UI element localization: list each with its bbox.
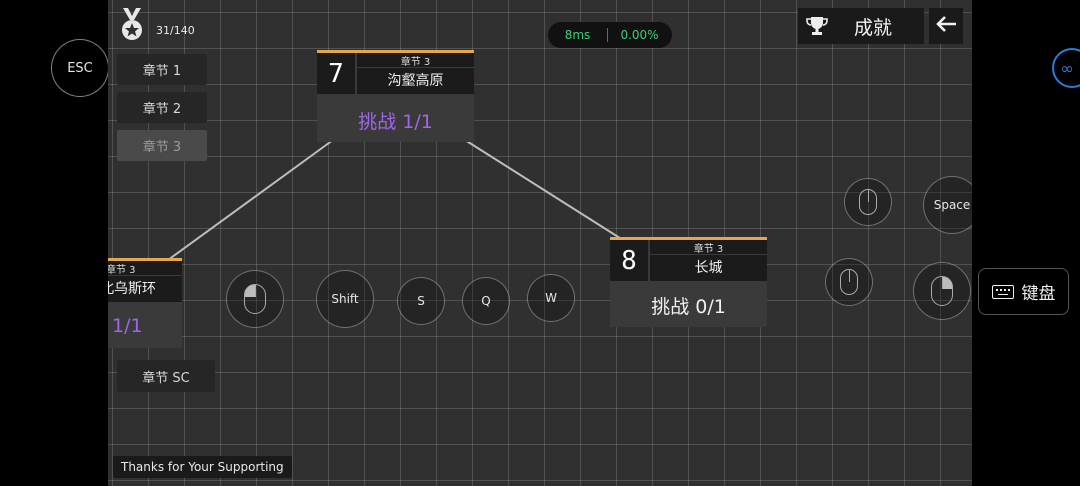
node-level-name: 沟壑高原 [357, 68, 474, 94]
ping-indicator: 8ms 0.00% [548, 22, 672, 48]
keyboard-button[interactable]: 键盘 [978, 268, 1069, 315]
chapter-sc-button[interactable]: 章节 SC [117, 360, 215, 392]
mouse-control-left[interactable] [226, 270, 284, 328]
esc-button[interactable]: ESC [51, 39, 109, 97]
level-number: 7 [317, 53, 355, 94]
path-lines [167, 139, 624, 261]
medal-icon [120, 8, 144, 42]
node-chapter-label: 章节 3 [650, 240, 767, 255]
q-key-button[interactable]: Q [462, 277, 510, 325]
w-key-button[interactable]: W [527, 274, 575, 322]
keyboard-icon [991, 284, 1014, 299]
keyboard-label: 键盘 [1021, 284, 1056, 304]
q-label: Q [481, 294, 491, 308]
s-key-button[interactable]: S [397, 277, 445, 325]
ping-value: 8ms [564, 28, 591, 42]
node-level-name: 北乌斯环 [108, 276, 182, 302]
mouse-icon [244, 284, 266, 314]
s-label: S [417, 294, 425, 308]
mouse-icon [859, 189, 877, 215]
mouse-icon [840, 269, 858, 295]
achievements-button[interactable]: 成就 [798, 8, 924, 44]
node-chapter-label: 章节 3 [108, 261, 182, 276]
level-node-6[interactable]: 章节 3 北乌斯环 1/1 [108, 258, 182, 348]
mouse-control-right[interactable] [913, 262, 971, 320]
mouse-icon [931, 276, 953, 306]
chapter-map[interactable]: 31/140 章节 1 章节 2 章节 3 章节 SC 8ms 0.00% 成就 [108, 0, 972, 486]
node-chapter-label: 章节 3 [357, 53, 474, 68]
chapter-2-button[interactable]: 章节 2 [117, 92, 207, 123]
shift-key-button[interactable]: Shift [316, 270, 374, 328]
link-icon: ∞ [1060, 58, 1074, 78]
level-node-8[interactable]: 8 章节 3 长城 挑战 0/1 [610, 237, 767, 327]
mouse-scroll-up-button[interactable] [844, 178, 892, 226]
space-label: Space [933, 198, 971, 212]
path-line-right [464, 139, 624, 241]
level-number: 8 [610, 240, 648, 281]
back-arrow-icon [935, 15, 957, 37]
chapter-1-button[interactable]: 章节 1 [117, 54, 207, 85]
shift-label: Shift [331, 292, 359, 306]
thanks-message: Thanks for Your Supporting [113, 456, 292, 478]
trophy-icon [806, 15, 828, 37]
level-node-7[interactable]: 7 章节 3 沟壑高原 挑战 1/1 [317, 50, 474, 142]
node-challenge-status: 挑战 1/1 [358, 110, 433, 133]
node-challenge-status: 1/1 [112, 315, 143, 337]
overlay-app-icon[interactable]: ∞ [1052, 48, 1080, 88]
chapter-3-button[interactable]: 章节 3 [117, 130, 207, 161]
space-key-button[interactable]: Space [923, 176, 972, 234]
medal-count: 31/140 [156, 24, 195, 37]
back-button[interactable] [929, 8, 963, 44]
esc-label: ESC [67, 60, 93, 76]
node-challenge-status: 挑战 0/1 [651, 295, 726, 318]
w-label: W [545, 291, 557, 305]
node-level-name: 长城 [650, 255, 767, 281]
achievements-label: 成就 [854, 16, 893, 39]
mouse-scroll-down-button[interactable] [825, 258, 873, 306]
loss-value: 0.00% [620, 28, 659, 42]
